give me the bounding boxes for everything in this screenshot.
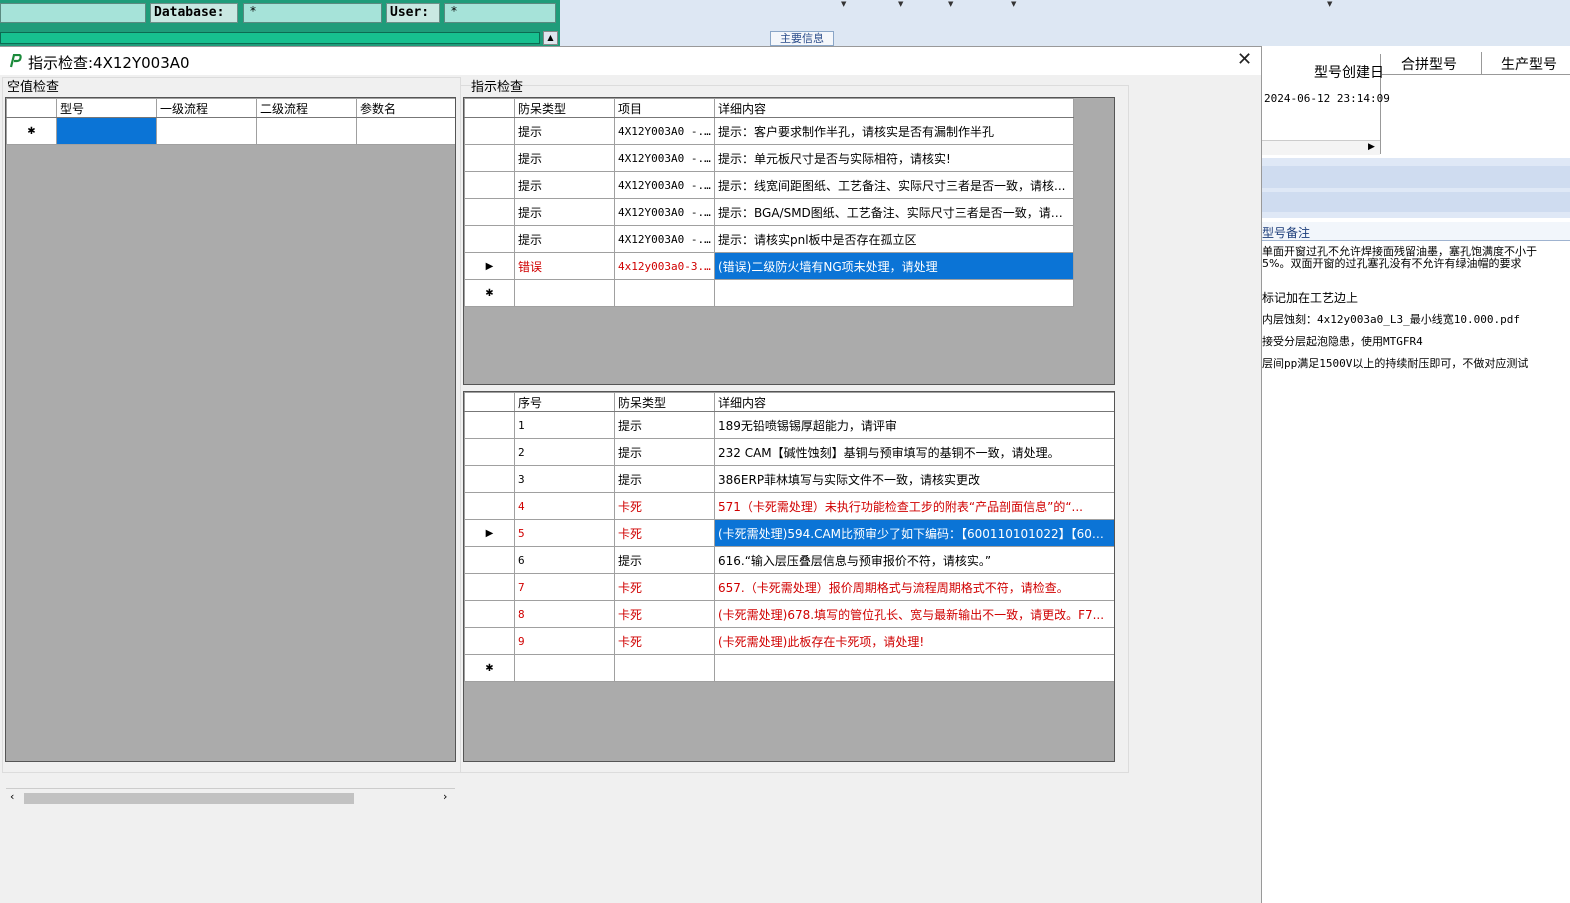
tab-main-info[interactable]: 主要信息 [770, 31, 834, 46]
dialog-titlebar: 指示检查:4X12Y003A0 ✕ [0, 47, 1261, 75]
column-header-type[interactable]: 防呆类型 [614, 392, 715, 412]
background-right-panel: 型号创建日 合拼型号 生产型号 2024-06-12 23:14:09 ▶ 型号… [1262, 46, 1570, 903]
chevron-down-icon[interactable]: ▼ [898, 0, 903, 8]
user-input[interactable]: * [444, 3, 556, 23]
rule-grid[interactable]: 序号 防呆类型 详细内容 1 提示 189无铅喷锡锡厚超能力，请评审 2 提示 … [463, 391, 1115, 762]
column-header-item[interactable]: 项目 [614, 98, 715, 118]
column-header-flow1[interactable]: 一级流程 [156, 98, 257, 118]
database-input[interactable]: * [243, 3, 382, 23]
database-label: Database: [150, 3, 238, 23]
table-cell[interactable] [156, 117, 257, 145]
table-row-selected[interactable]: ▶ 错误 4x12y003a0-3... (错误)二级防火墙有NG项未处理，请处… [464, 252, 1074, 280]
chevron-down-icon[interactable]: ▼ [948, 0, 953, 8]
table-row[interactable]: 4 卡死 571（卡死需处理）未执行功能检查工步的附表“产品剖面信息”的“... [464, 492, 1114, 520]
column-header-detail[interactable]: 详细内容 [714, 98, 1074, 118]
check-dialog: 指示检查:4X12Y003A0 ✕ 空值检查 型号 一级流程 二级流程 参数名 … [0, 46, 1262, 903]
table-row[interactable]: 提示 4X12Y003A0 -... 提示：BGA/SMD图纸、工艺备注、实际尺… [464, 198, 1074, 226]
current-row-icon[interactable]: ▶ [464, 519, 515, 547]
table-row[interactable]: 提示 4X12Y003A0 -... 提示：客户要求制作半孔，请核实是否有漏制作… [464, 117, 1074, 145]
instruction-grid[interactable]: 防呆类型 项目 详细内容 提示 4X12Y003A0 -... 提示：客户要求制… [463, 97, 1115, 385]
table-row[interactable]: 提示 4X12Y003A0 -... 提示：请核实pnl板中是否存在孤立区 [464, 225, 1074, 253]
user-label: User: [386, 3, 440, 23]
table-row[interactable]: 提示 4X12Y003A0 -... 提示：单元板尺寸是否与实际相符，请核实! [464, 144, 1074, 172]
column-header-flow2[interactable]: 二级流程 [256, 98, 357, 118]
dialog-title: 指示检查:4X12Y003A0 [28, 54, 190, 72]
close-icon[interactable]: ✕ [1237, 49, 1252, 70]
column-header-model[interactable]: 型号 [56, 98, 157, 118]
column-header-merged: 合拼型号 [1401, 57, 1457, 73]
chevron-down-icon[interactable]: ▼ [1011, 0, 1016, 8]
instruction-check-label: 指示检查 [471, 80, 524, 95]
chevron-down-icon[interactable]: ▼ [841, 0, 846, 8]
column-header-production: 生产型号 [1501, 57, 1557, 73]
current-row-icon[interactable]: ▶ [464, 252, 515, 280]
column-header-no[interactable]: 序号 [514, 392, 615, 412]
null-check-label: 空值检查 [7, 80, 60, 95]
null-check-grid[interactable]: 型号 一级流程 二级流程 参数名 ✱ [5, 97, 456, 762]
scroll-right-icon[interactable]: › [443, 790, 447, 803]
remark-title: 型号备注 [1262, 226, 1311, 240]
new-row-marker[interactable]: ✱ [464, 279, 515, 307]
app-icon [9, 54, 22, 68]
table-cell[interactable] [356, 117, 455, 145]
column-header-param[interactable]: 参数名 [356, 98, 455, 118]
table-row[interactable]: 2 提示 232 CAM【碱性蚀刻】基铜与预审填写的基铜不一致，请处理。 [464, 438, 1114, 466]
table-row[interactable]: 提示 4X12Y003A0 -... 提示：线宽间距图纸、工艺备注、实际尺寸三者… [464, 171, 1074, 199]
column-header-detail[interactable]: 详细内容 [714, 392, 1114, 412]
remark-text: 单面开窗过孔不允许焊接面残留油墨，塞孔饱满度不小于 5%。双面开窗的过孔塞孔没有… [1262, 245, 1537, 370]
table-row[interactable]: 1 提示 189无铅喷锡锡厚超能力，请评审 [464, 411, 1114, 439]
horizontal-scrollbar[interactable]: ‹ › [6, 788, 455, 807]
progress-bar [0, 32, 540, 44]
table-cell[interactable] [256, 117, 357, 145]
horizontal-scrollbar[interactable] [1262, 140, 1380, 155]
table-row-selected[interactable]: ▶ 5 卡死 (卡死需处理)594.CAM比预审少了如下编码：【60011010… [464, 519, 1114, 547]
scroll-right-icon[interactable]: ▶ [1368, 142, 1375, 152]
new-row-marker[interactable]: ✱ [464, 654, 515, 682]
table-row[interactable]: 7 卡死 657.（卡死需处理）报价周期格式与流程周期格式不符，请检查。 [464, 573, 1114, 601]
chevron-down-icon[interactable]: ▼ [1327, 0, 1332, 8]
column-header-type[interactable]: 防呆类型 [514, 98, 615, 118]
background-filter-bar: Database: * User: * ▲ [0, 0, 560, 46]
scroll-left-icon[interactable]: ‹ [10, 790, 14, 803]
table-row[interactable]: 8 卡死 (卡死需处理)678.填写的管位孔长、宽与最新输出不一致，请更改。F7… [464, 600, 1114, 628]
table-cell[interactable] [56, 117, 157, 145]
new-row-marker[interactable]: ✱ [6, 117, 57, 145]
scrollbar-thumb[interactable] [24, 793, 354, 804]
table-row[interactable]: 9 卡死 (卡死需处理)此板存在卡死项，请处理! [464, 627, 1114, 655]
filter-field[interactable] [0, 3, 146, 23]
scroll-up-icon[interactable]: ▲ [543, 31, 558, 45]
created-date: 2024-06-12 23:14:09 [1264, 92, 1390, 105]
column-header-created: 型号创建日 [1314, 65, 1384, 81]
table-row[interactable]: 3 提示 386ERP菲林填写与实际文件不一致，请核实更改 [464, 465, 1114, 493]
table-row[interactable]: 6 提示 616.“输入层压叠层信息与预审报价不符，请核实。” [464, 546, 1114, 574]
